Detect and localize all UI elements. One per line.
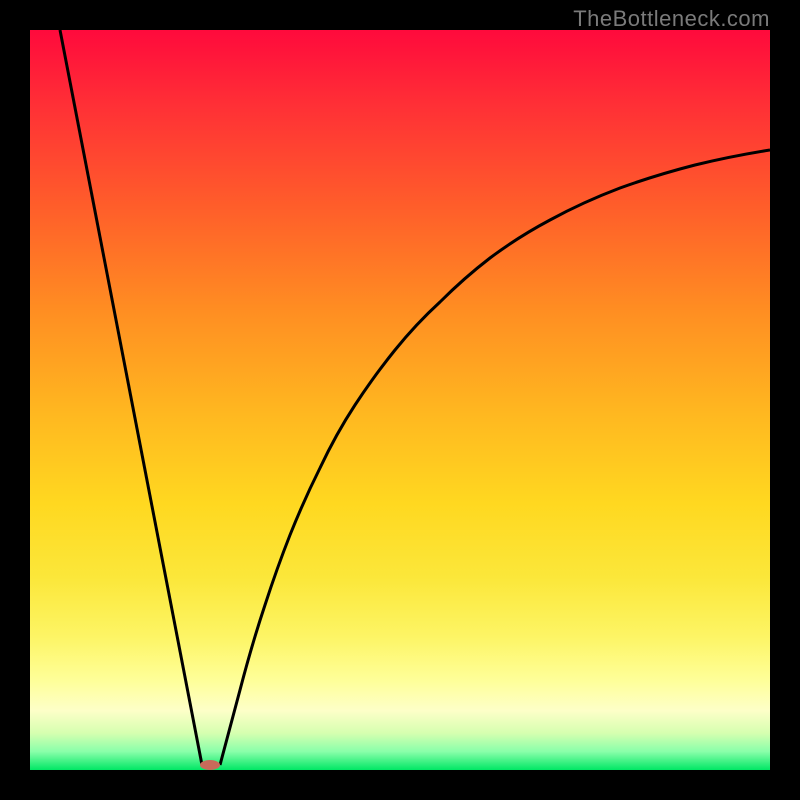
bottleneck-curve <box>30 30 770 770</box>
watermark-text: TheBottleneck.com <box>573 6 770 32</box>
curve-left-descent <box>60 30 202 765</box>
minimum-marker <box>200 760 220 770</box>
curve-right-ascent <box>220 150 770 765</box>
chart-plot-area <box>30 30 770 770</box>
